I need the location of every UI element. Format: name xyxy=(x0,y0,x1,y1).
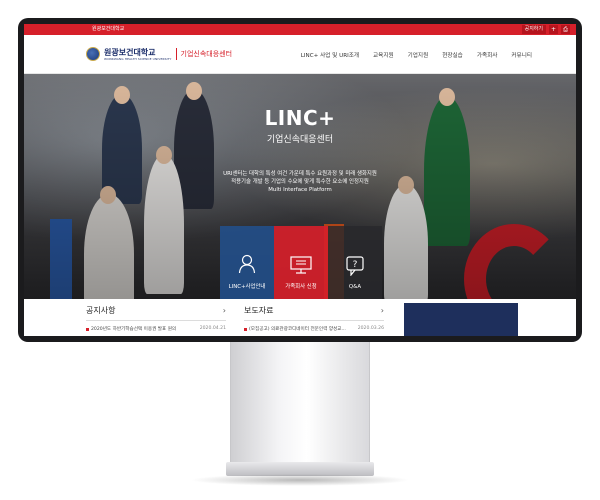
list-item-text: (모집공고) 의료관광코디네이터 전문인력 양성교... xyxy=(244,326,346,332)
stand-shadow xyxy=(190,474,410,486)
university-emblem-icon xyxy=(86,47,100,61)
list-item[interactable]: (모집공고) 의료관광코디네이터 전문인력 양성교... 2020.03.26 xyxy=(244,326,384,332)
svg-text:?: ? xyxy=(353,260,358,270)
chevron-right-icon[interactable]: › xyxy=(381,306,384,315)
list-item[interactable]: 2020년도 하반기학습선택 이용권 발표 원의 2020.04.21 xyxy=(86,326,226,332)
hero-desc-line: Multi Interface Platform xyxy=(268,187,332,193)
nav-item-community[interactable]: 커뮤니티 xyxy=(511,51,532,59)
nav-item-field-practice[interactable]: 현장실습 xyxy=(442,51,463,59)
nav-item-linc[interactable]: LINC+ 사업 및 URI조개 xyxy=(301,51,359,59)
website-screen: 원광보건대학교 공지하기 + ⎙ 원광보건대학교 WONKWANG HEALTH… xyxy=(24,24,576,336)
notice-title: 2020년도 하반기학습선택 이용권 발표 원의 xyxy=(91,327,177,332)
monitor-icon xyxy=(290,256,312,274)
quick-link-label: Q&A xyxy=(348,284,362,290)
nav-item-education[interactable]: 교육지원 xyxy=(373,51,394,59)
panel-header: 보도자료 › xyxy=(244,305,384,321)
notice-date: 2020.04.21 xyxy=(199,326,226,331)
panel-title: 보도자료 xyxy=(244,306,274,315)
logo-english-name: WONKWANG HEALTH SCIENCE UNIVERSITY xyxy=(104,56,172,61)
list-item-text: 2020년도 하반기학습선택 이용권 발표 원의 xyxy=(86,326,176,332)
quick-link-label: LINC+사업안내 xyxy=(228,284,266,290)
logo-divider xyxy=(175,48,177,60)
logo-center-name: 기업신속대응센터 xyxy=(180,49,233,58)
nav-item-family-company[interactable]: 가족회사 xyxy=(477,51,498,59)
panel-title: 공지사항 xyxy=(86,306,116,315)
panel-header: 공지사항 › xyxy=(86,305,226,321)
quick-link-family-company[interactable]: 가족회사 신청 xyxy=(274,226,328,299)
nav-item-company-support[interactable]: 기업지원 xyxy=(408,51,429,59)
main-nav: LINC+ 사업 및 URI조개 교육지원 기업지원 현장실습 가족회사 커뮤니… xyxy=(301,51,532,59)
bullet-icon xyxy=(244,327,247,331)
press-title: (모집공고) 의료관광코디네이터 전문인력 양성교... xyxy=(249,327,346,332)
monitor-stand xyxy=(230,342,370,466)
hero-desc-line: URI센터는 대학의 특성 여건 가운데 특수 요원과정 및 미래 생화지원 xyxy=(223,171,377,177)
logo-korean-name: 원광보건대학교 xyxy=(104,47,156,57)
utility-buttons: 공지하기 + ⎙ xyxy=(521,25,570,34)
hero-subtitle: 기업신속대응센터 xyxy=(266,135,334,145)
hero-title: LINC+ xyxy=(264,106,336,130)
press-date: 2020.03.26 xyxy=(357,326,384,331)
quick-link-label: 가족회사 신청 xyxy=(285,284,317,290)
quick-link-qna[interactable]: ? Q&A xyxy=(328,226,382,299)
site-logo[interactable]: 원광보건대학교 WONKWANG HEALTH SCIENCE UNIVERSI… xyxy=(86,47,232,61)
hero-description: URI센터는 대학의 특성 여건 가운데 특수 요원과정 및 미래 생화지원 적… xyxy=(190,170,410,194)
logo-text: 원광보건대학교 WONKWANG HEALTH SCIENCE UNIVERSI… xyxy=(104,48,172,61)
notice-panel: 공지사항 › 2020년도 하반기학습선택 이용권 발표 원의 2020.04.… xyxy=(86,305,226,336)
utility-button[interactable]: 공지하기 xyxy=(521,25,546,34)
question-bubble-icon: ? xyxy=(346,256,364,276)
quick-link-linc-info[interactable]: LINC+사업안내 xyxy=(220,226,274,299)
monitor-frame: 원광보건대학교 공지하기 + ⎙ 원광보건대학교 WONKWANG HEALTH… xyxy=(18,18,582,342)
chevron-right-icon[interactable]: › xyxy=(223,306,226,315)
content-panels: 공지사항 › 2020년도 하반기학습선택 이용권 발표 원의 2020.04.… xyxy=(24,299,576,336)
press-panel: 보도자료 › (모집공고) 의료관광코디네이터 전문인력 양성교... 2020… xyxy=(244,305,384,336)
site-header: 원광보건대학교 WONKWANG HEALTH SCIENCE UNIVERSI… xyxy=(24,35,576,74)
side-banner[interactable] xyxy=(404,303,518,336)
hero-desc-line: 적용기술 개발 등 기업의 수요에 맞게 특수한 요소에 인정지원 xyxy=(231,179,369,185)
print-icon[interactable]: ⎙ xyxy=(561,25,570,34)
bullet-icon xyxy=(86,327,89,331)
university-home-link[interactable]: 원광보건대학교 xyxy=(92,25,124,34)
top-utility-bar: 원광보건대학교 공지하기 + ⎙ xyxy=(24,24,576,35)
hero-banner: LINC+ 기업신속대응센터 URI센터는 대학의 특성 여건 가운데 특수 요… xyxy=(24,74,576,299)
plus-icon[interactable]: + xyxy=(549,25,558,34)
person-icon xyxy=(238,254,256,274)
